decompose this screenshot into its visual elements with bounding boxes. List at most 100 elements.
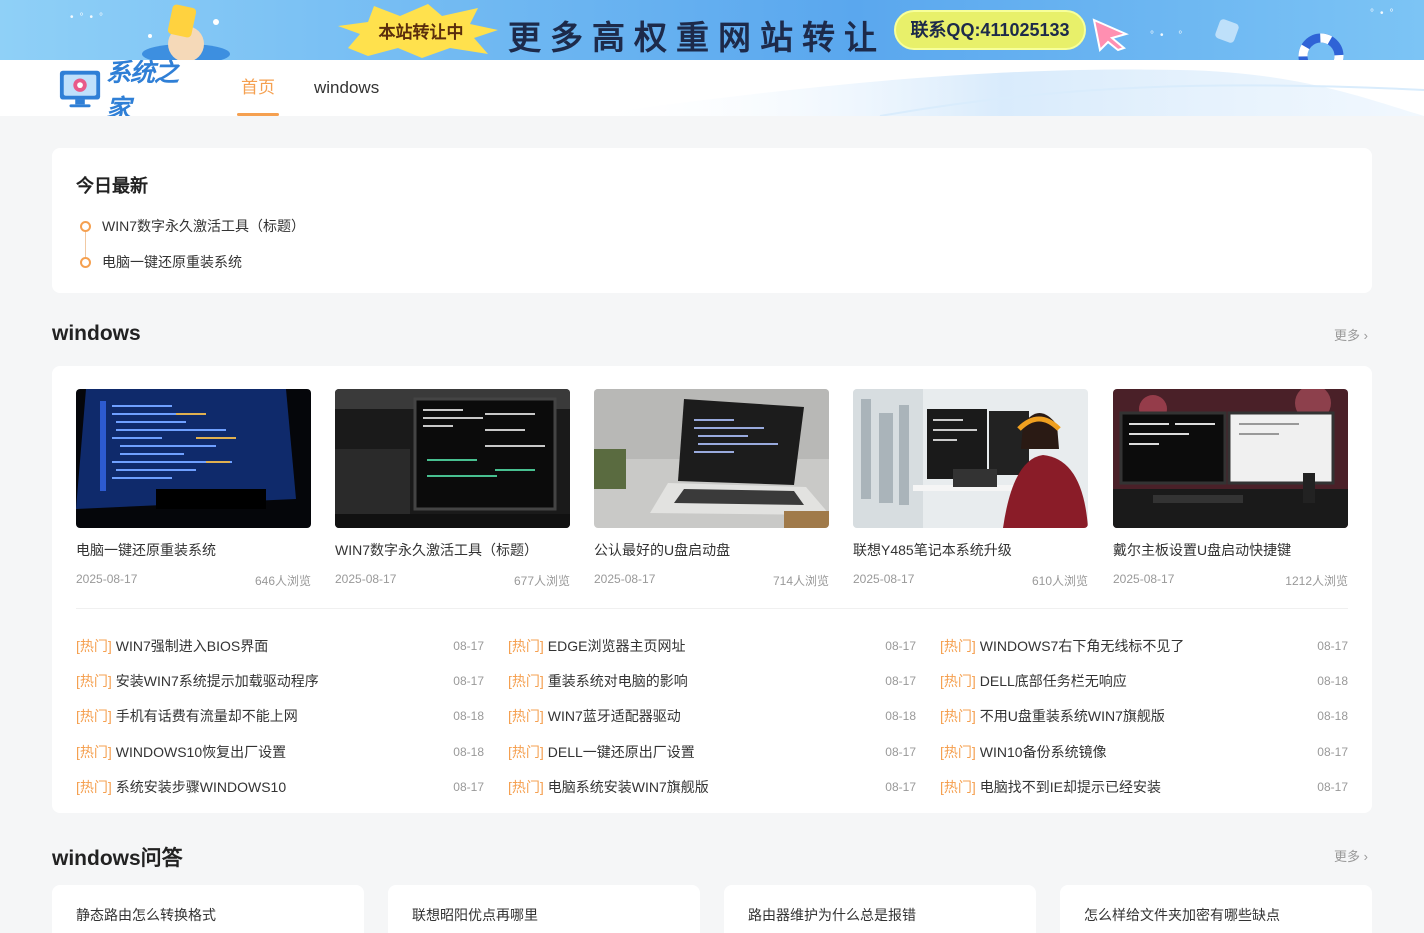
more-link-windows[interactable]: 更多 › bbox=[1334, 325, 1368, 344]
article-date: 2025-08-17 bbox=[853, 572, 915, 586]
laptop-image bbox=[594, 389, 829, 528]
site-logo[interactable]: 系统之家 bbox=[58, 60, 198, 116]
hot-tag: [热门] bbox=[940, 708, 976, 725]
hot-tag: [热门] bbox=[508, 637, 544, 654]
today-latest-panel: 今日最新 WIN7数字永久激活工具（标题） 电脑一键还原重装系统 bbox=[52, 148, 1372, 293]
nav-item-home[interactable]: 首页 bbox=[237, 60, 279, 116]
article-thumbnail[interactable] bbox=[335, 389, 570, 528]
article-title[interactable]: 公认最好的U盘启动盘 bbox=[594, 540, 829, 560]
hot-date: 08-18 bbox=[453, 744, 484, 759]
windows-panel: 电脑一键还原重装系统 2025-08-17 646人浏览 WIN7数字永久激活工… bbox=[52, 366, 1372, 813]
logo-text: 系统之家 bbox=[106, 60, 179, 116]
hot-date: 08-18 bbox=[1317, 709, 1348, 724]
hot-date: 08-17 bbox=[885, 638, 916, 653]
hot-tag: [热门] bbox=[940, 672, 976, 689]
article-title[interactable]: 电脑一键还原重装系统 bbox=[76, 540, 311, 560]
today-item[interactable]: WIN7数字永久激活工具（标题） bbox=[80, 216, 305, 236]
monitor-logo-icon bbox=[59, 70, 101, 108]
article-card[interactable]: 电脑一键还原重装系统 2025-08-17 646人浏览 bbox=[76, 389, 311, 589]
article-title[interactable]: 联想Y485笔记本系统升级 bbox=[853, 540, 1088, 560]
article-card[interactable]: 联想Y485笔记本系统升级 2025-08-17 610人浏览 bbox=[853, 389, 1088, 589]
hot-title: 重装系统对电脑的影响 bbox=[547, 672, 688, 689]
nav-item-windows[interactable]: windows bbox=[314, 60, 379, 116]
hot-tag: [热门] bbox=[508, 743, 544, 760]
timeline-dot-icon bbox=[80, 256, 91, 268]
hot-list-item[interactable]: [热门] 电脑系统安装WIN7旗舰版 08-17 bbox=[508, 769, 916, 804]
article-date: 2025-08-17 bbox=[594, 572, 656, 586]
hot-title: DELL一键还原出厂设置 bbox=[547, 743, 695, 760]
hot-list-item[interactable]: [热门] 系统安装步骤WINDOWS10 08-17 bbox=[76, 769, 484, 804]
hot-list-item[interactable]: [热门] EDGE浏览器主页网址 08-17 bbox=[508, 628, 916, 663]
article-thumbnail[interactable] bbox=[76, 389, 311, 528]
hot-list-item[interactable]: [热门] 电脑找不到IE却提示已经安装 08-17 bbox=[940, 769, 1348, 804]
ice-cube-icon bbox=[1215, 19, 1239, 43]
hot-list-column: [热门] WINDOWS7右下角无线标不见了 08-17 [热门] DELL底部任务栏… bbox=[940, 628, 1348, 804]
hot-list-item[interactable]: [热门] DELL一键还原出厂设置 08-17 bbox=[508, 734, 916, 769]
banner-contact[interactable]: 联系QQ:411025133 bbox=[894, 10, 1086, 50]
hot-title: WIN7蓝牙适配器驱动 bbox=[547, 708, 681, 725]
qa-card[interactable]: 怎么样给文件夹加密有哪些缺点 bbox=[1060, 885, 1372, 933]
today-title: 今日最新 bbox=[76, 176, 148, 196]
hot-list-item[interactable]: [热门] 不用U盘重装系统WIN7旗舰版 08-18 bbox=[940, 699, 1348, 734]
hot-title: 安装WIN7系统提示加载驱动程序 bbox=[115, 672, 319, 689]
article-card[interactable]: 戴尔主板设置U盘启动快捷键 2025-08-17 1212人浏览 bbox=[1113, 389, 1348, 589]
hot-list-item[interactable]: [热门] DELL底部任务栏无响应 08-18 bbox=[940, 663, 1348, 698]
section-title-qa: windows问答 bbox=[52, 847, 183, 870]
chevron-right-icon: › bbox=[1363, 328, 1368, 343]
today-item[interactable]: 电脑一键还原重装系统 bbox=[80, 252, 242, 272]
article-card[interactable]: 公认最好的U盘启动盘 2025-08-17 714人浏览 bbox=[594, 389, 829, 589]
more-label: 更多 bbox=[1334, 849, 1361, 864]
hot-title: WINDOWS10恢复出厂设置 bbox=[115, 743, 287, 760]
qa-card[interactable]: 静态路由怎么转换格式 bbox=[52, 885, 364, 933]
hot-list-item[interactable]: [热门] 手机有话费有流量却不能上网 08-18 bbox=[76, 699, 484, 734]
article-title[interactable]: WIN7数字永久激活工具（标题） bbox=[335, 540, 570, 560]
hot-tag: [热门] bbox=[76, 743, 112, 760]
article-title[interactable]: 戴尔主板设置U盘启动快捷键 bbox=[1113, 540, 1348, 560]
hot-list-item[interactable]: [热门] WIN7蓝牙适配器驱动 08-18 bbox=[508, 699, 916, 734]
article-meta: 2025-08-17 1212人浏览 bbox=[1113, 572, 1348, 589]
hot-title: WINDOWS7右下角无线标不见了 bbox=[979, 637, 1185, 654]
more-label: 更多 bbox=[1334, 328, 1361, 343]
article-meta: 2025-08-17 714人浏览 bbox=[594, 572, 829, 589]
hot-list-item[interactable]: [热门] 重装系统对电脑的影响 08-17 bbox=[508, 663, 916, 698]
hot-date: 08-17 bbox=[453, 673, 484, 688]
article-card[interactable]: WIN7数字永久激活工具（标题） 2025-08-17 677人浏览 bbox=[335, 389, 570, 589]
hot-tag: [热门] bbox=[76, 637, 112, 654]
hot-tag: [热门] bbox=[76, 778, 112, 795]
wave-decoration bbox=[580, 69, 1424, 116]
hot-date: 08-17 bbox=[885, 673, 916, 688]
hot-list-item[interactable]: [热门] WINDOWS10恢复出厂设置 08-18 bbox=[76, 734, 484, 769]
banner-headline: 更多高权重网站转让 bbox=[508, 18, 886, 57]
hot-list-item[interactable]: [热门] 安装WIN7系统提示加载驱动程序 08-17 bbox=[76, 663, 484, 698]
section-title-windows: windows bbox=[52, 322, 141, 345]
article-views: 1212人浏览 bbox=[1285, 574, 1348, 588]
article-thumbnail[interactable] bbox=[853, 389, 1088, 528]
hot-tag: [热门] bbox=[76, 672, 112, 689]
qa-card[interactable]: 联想昭阳优点再哪里 bbox=[388, 885, 700, 933]
top-nav: 系统之家 首页 windows bbox=[0, 60, 1424, 116]
article-meta: 2025-08-17 677人浏览 bbox=[335, 572, 570, 589]
hot-list-item[interactable]: [热门] WIN7强制进入BIOS界面 08-17 bbox=[76, 628, 484, 663]
article-thumbnail[interactable] bbox=[1113, 389, 1348, 528]
article-date: 2025-08-17 bbox=[335, 572, 397, 586]
ad-banner[interactable]: •°•° °•° °• ° 本站转让中 更多高权重网站转让 联系QQ:41102… bbox=[0, 0, 1424, 60]
more-link-qa[interactable]: 更多 › bbox=[1334, 846, 1368, 865]
qa-card[interactable]: 路由器维护为什么总是报错 bbox=[724, 885, 1036, 933]
hot-title: EDGE浏览器主页网址 bbox=[547, 637, 686, 654]
divider bbox=[76, 608, 1348, 609]
hot-date: 08-17 bbox=[885, 744, 916, 759]
article-date: 2025-08-17 bbox=[76, 572, 138, 586]
article-thumbnail[interactable] bbox=[594, 389, 829, 528]
hot-tag: [热门] bbox=[940, 778, 976, 795]
hot-date: 08-17 bbox=[885, 779, 916, 794]
article-views: 646人浏览 bbox=[254, 574, 311, 588]
hot-date: 08-18 bbox=[453, 709, 484, 724]
sparkle-decoration: °• ° bbox=[1150, 30, 1189, 41]
hot-date: 08-17 bbox=[1317, 638, 1348, 653]
hot-list-item[interactable]: [热门] WINDOWS7右下角无线标不见了 08-17 bbox=[940, 628, 1348, 663]
today-item-label: WIN7数字永久激活工具（标题） bbox=[102, 218, 305, 234]
hot-title: 手机有话费有流量却不能上网 bbox=[115, 708, 298, 725]
hot-title: WIN7强制进入BIOS界面 bbox=[115, 637, 269, 654]
hot-tag: [热门] bbox=[940, 637, 976, 654]
hot-list-item[interactable]: [热门] WIN10备份系统镜像 08-17 bbox=[940, 734, 1348, 769]
